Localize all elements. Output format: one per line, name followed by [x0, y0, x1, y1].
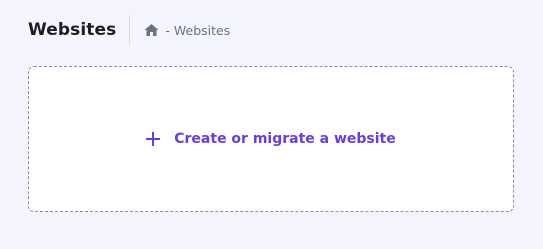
breadcrumb-separator: -	[165, 22, 170, 38]
home-icon[interactable]	[144, 23, 159, 37]
plus-icon	[146, 132, 161, 146]
create-website-content: Create or migrate a website	[146, 131, 396, 147]
breadcrumb: - Websites	[144, 23, 230, 38]
create-website-button[interactable]: Create or migrate a website	[28, 66, 514, 212]
page-header: Websites - Websites	[28, 14, 230, 46]
create-website-label: Create or migrate a website	[174, 131, 396, 147]
header-divider	[129, 15, 131, 45]
page-title: Websites	[28, 20, 117, 40]
breadcrumb-current: Websites	[173, 22, 231, 38]
